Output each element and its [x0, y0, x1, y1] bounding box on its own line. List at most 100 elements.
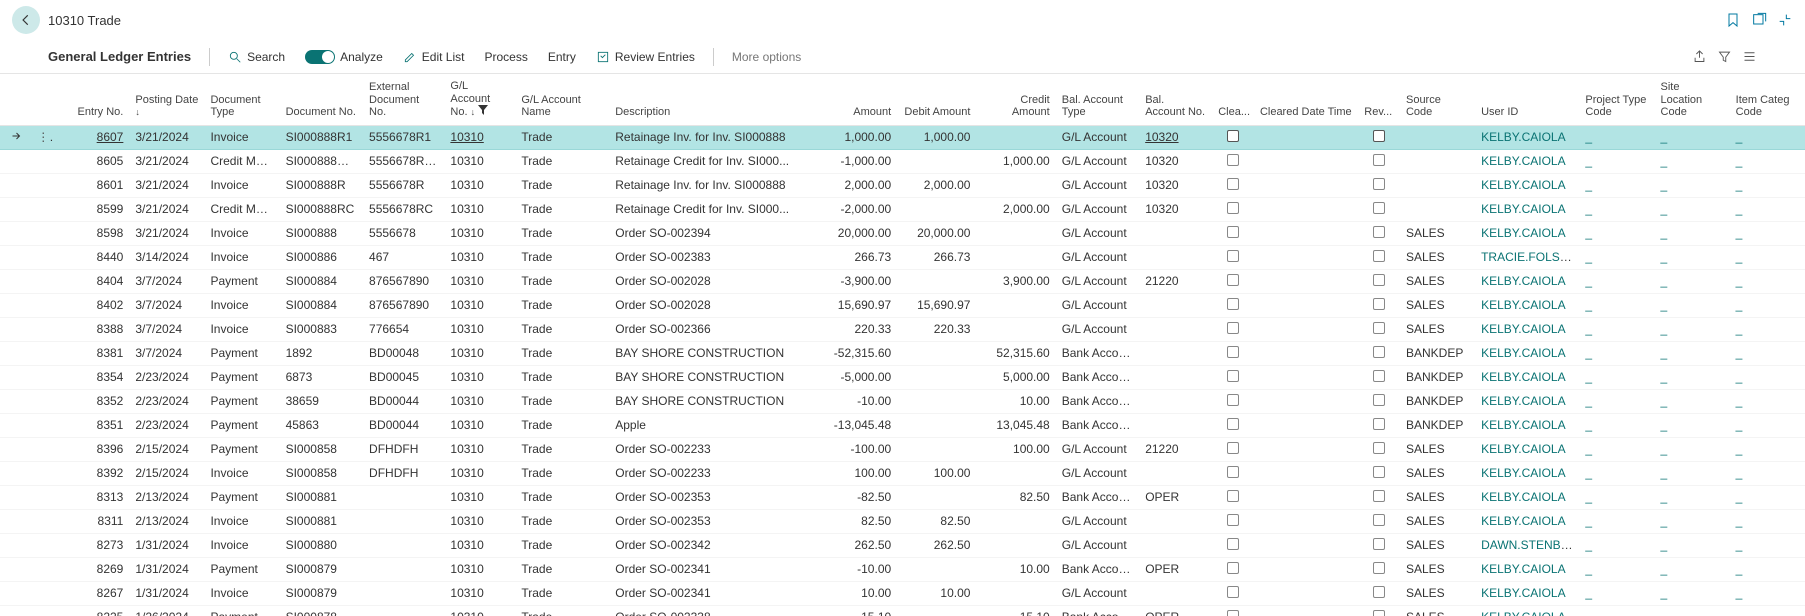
checkbox[interactable]: [1227, 514, 1239, 526]
table-row[interactable]: 8311 2/13/2024 Invoice SI000881 10310 Tr…: [0, 509, 1805, 533]
checkbox[interactable]: [1227, 250, 1239, 262]
cell-bal-no[interactable]: [1139, 317, 1212, 341]
cell-clea[interactable]: [1212, 461, 1254, 485]
checkbox[interactable]: [1227, 370, 1239, 382]
table-row[interactable]: 8599 3/21/2024 Credit Memo SI000888RC 55…: [0, 197, 1805, 221]
cell-clea[interactable]: [1212, 245, 1254, 269]
cell-bal-no[interactable]: [1139, 413, 1212, 437]
table-row[interactable]: 8402 3/7/2024 Invoice SI000884 876567890…: [0, 293, 1805, 317]
cell-entry-no[interactable]: 8273: [54, 533, 129, 557]
checkbox[interactable]: [1373, 370, 1385, 382]
cell-gl-no[interactable]: 10310: [444, 389, 515, 413]
cell-bal-no[interactable]: 10320: [1139, 197, 1212, 221]
cell-rev[interactable]: [1358, 581, 1400, 605]
col-entry-no[interactable]: Entry No.: [54, 74, 129, 125]
cell-gl-no[interactable]: 10310: [444, 485, 515, 509]
checkbox[interactable]: [1373, 490, 1385, 502]
cell-gl-no[interactable]: 10310: [444, 221, 515, 245]
cell-entry-no[interactable]: 8352: [54, 389, 129, 413]
checkbox[interactable]: [1227, 154, 1239, 166]
cell-clea[interactable]: [1212, 221, 1254, 245]
cell-user[interactable]: KELBY.CAIOLA: [1475, 581, 1579, 605]
cell-clea[interactable]: [1212, 293, 1254, 317]
cell-clea[interactable]: [1212, 149, 1254, 173]
cell-rev[interactable]: [1358, 485, 1400, 509]
cell-gl-no[interactable]: 10310: [444, 509, 515, 533]
analyze-action[interactable]: Analyze: [297, 46, 391, 68]
checkbox[interactable]: [1373, 274, 1385, 286]
checkbox[interactable]: [1227, 610, 1239, 616]
cell-gl-no[interactable]: 10310: [444, 173, 515, 197]
cell-bal-no[interactable]: [1139, 221, 1212, 245]
cell-rev[interactable]: [1358, 245, 1400, 269]
cell-rev[interactable]: [1358, 509, 1400, 533]
edit-list-action[interactable]: Edit List: [395, 46, 473, 68]
table-row[interactable]: 8404 3/7/2024 Payment SI000884 876567890…: [0, 269, 1805, 293]
checkbox[interactable]: [1373, 442, 1385, 454]
cell-gl-no[interactable]: 10310: [444, 533, 515, 557]
checkbox[interactable]: [1373, 154, 1385, 166]
cell-bal-no[interactable]: [1139, 389, 1212, 413]
cell-clea[interactable]: [1212, 341, 1254, 365]
col-gl-no[interactable]: G/L Account No. ↓: [444, 74, 515, 125]
table-row[interactable]: 8313 2/13/2024 Payment SI000881 10310 Tr…: [0, 485, 1805, 509]
col-source[interactable]: Source Code: [1400, 74, 1475, 125]
cell-user[interactable]: KELBY.CAIOLA: [1475, 125, 1579, 149]
cell-bal-no[interactable]: 21220: [1139, 269, 1212, 293]
cell-clea[interactable]: [1212, 173, 1254, 197]
cell-user[interactable]: KELBY.CAIOLA: [1475, 173, 1579, 197]
checkbox[interactable]: [1373, 418, 1385, 430]
cell-rev[interactable]: [1358, 461, 1400, 485]
cell-clea[interactable]: [1212, 533, 1254, 557]
checkbox[interactable]: [1373, 202, 1385, 214]
cell-bal-no[interactable]: 21220: [1139, 437, 1212, 461]
cell-clea[interactable]: [1212, 197, 1254, 221]
cell-entry-no[interactable]: 8381: [54, 341, 129, 365]
more-options-action[interactable]: More options: [724, 46, 809, 68]
cell-gl-no[interactable]: 10310: [444, 317, 515, 341]
cell-clea[interactable]: [1212, 389, 1254, 413]
popout-icon[interactable]: [1751, 12, 1767, 28]
analyze-toggle[interactable]: [305, 50, 335, 64]
cell-gl-no[interactable]: 10310: [444, 365, 515, 389]
cell-rev[interactable]: [1358, 221, 1400, 245]
col-clea[interactable]: Clea...: [1212, 74, 1254, 125]
table-row[interactable]: 8381 3/7/2024 Payment 1892 BD00048 10310…: [0, 341, 1805, 365]
grid-container[interactable]: Entry No. Posting Date↓ Document Type Do…: [0, 74, 1805, 616]
checkbox[interactable]: [1373, 538, 1385, 550]
cell-user[interactable]: KELBY.CAIOLA: [1475, 317, 1579, 341]
checkbox[interactable]: [1227, 202, 1239, 214]
cell-clea[interactable]: [1212, 365, 1254, 389]
cell-clea[interactable]: [1212, 557, 1254, 581]
cell-clea[interactable]: [1212, 413, 1254, 437]
cell-bal-no[interactable]: OPER: [1139, 485, 1212, 509]
cell-bal-no[interactable]: [1139, 509, 1212, 533]
cell-clea[interactable]: [1212, 437, 1254, 461]
cell-bal-no[interactable]: OPER: [1139, 557, 1212, 581]
cell-gl-no[interactable]: 10310: [444, 581, 515, 605]
cell-gl-no[interactable]: 10310: [444, 269, 515, 293]
col-ext-doc-no[interactable]: External Document No.: [363, 74, 444, 125]
table-row[interactable]: 8351 2/23/2024 Payment 45863 BD00044 103…: [0, 413, 1805, 437]
cell-clea[interactable]: [1212, 605, 1254, 616]
cell-entry-no[interactable]: 8605: [54, 149, 129, 173]
col-bal-type[interactable]: Bal. Account Type: [1056, 74, 1139, 125]
col-bal-no[interactable]: Bal. Account No.: [1139, 74, 1212, 125]
checkbox[interactable]: [1227, 418, 1239, 430]
table-row[interactable]: 8440 3/14/2024 Invoice SI000886 467 1031…: [0, 245, 1805, 269]
checkbox[interactable]: [1373, 562, 1385, 574]
cell-rev[interactable]: [1358, 125, 1400, 149]
cell-entry-no[interactable]: 8396: [54, 437, 129, 461]
checkbox[interactable]: [1227, 562, 1239, 574]
cell-user[interactable]: KELBY.CAIOLA: [1475, 437, 1579, 461]
cell-rev[interactable]: [1358, 365, 1400, 389]
gl-account-link[interactable]: 10310: [450, 130, 483, 144]
cell-rev[interactable]: [1358, 341, 1400, 365]
checkbox[interactable]: [1227, 322, 1239, 334]
checkbox[interactable]: [1227, 130, 1239, 142]
cell-user[interactable]: KELBY.CAIOLA: [1475, 389, 1579, 413]
cell-rev[interactable]: [1358, 269, 1400, 293]
checkbox[interactable]: [1373, 586, 1385, 598]
cell-user[interactable]: KELBY.CAIOLA: [1475, 149, 1579, 173]
cell-user[interactable]: KELBY.CAIOLA: [1475, 557, 1579, 581]
